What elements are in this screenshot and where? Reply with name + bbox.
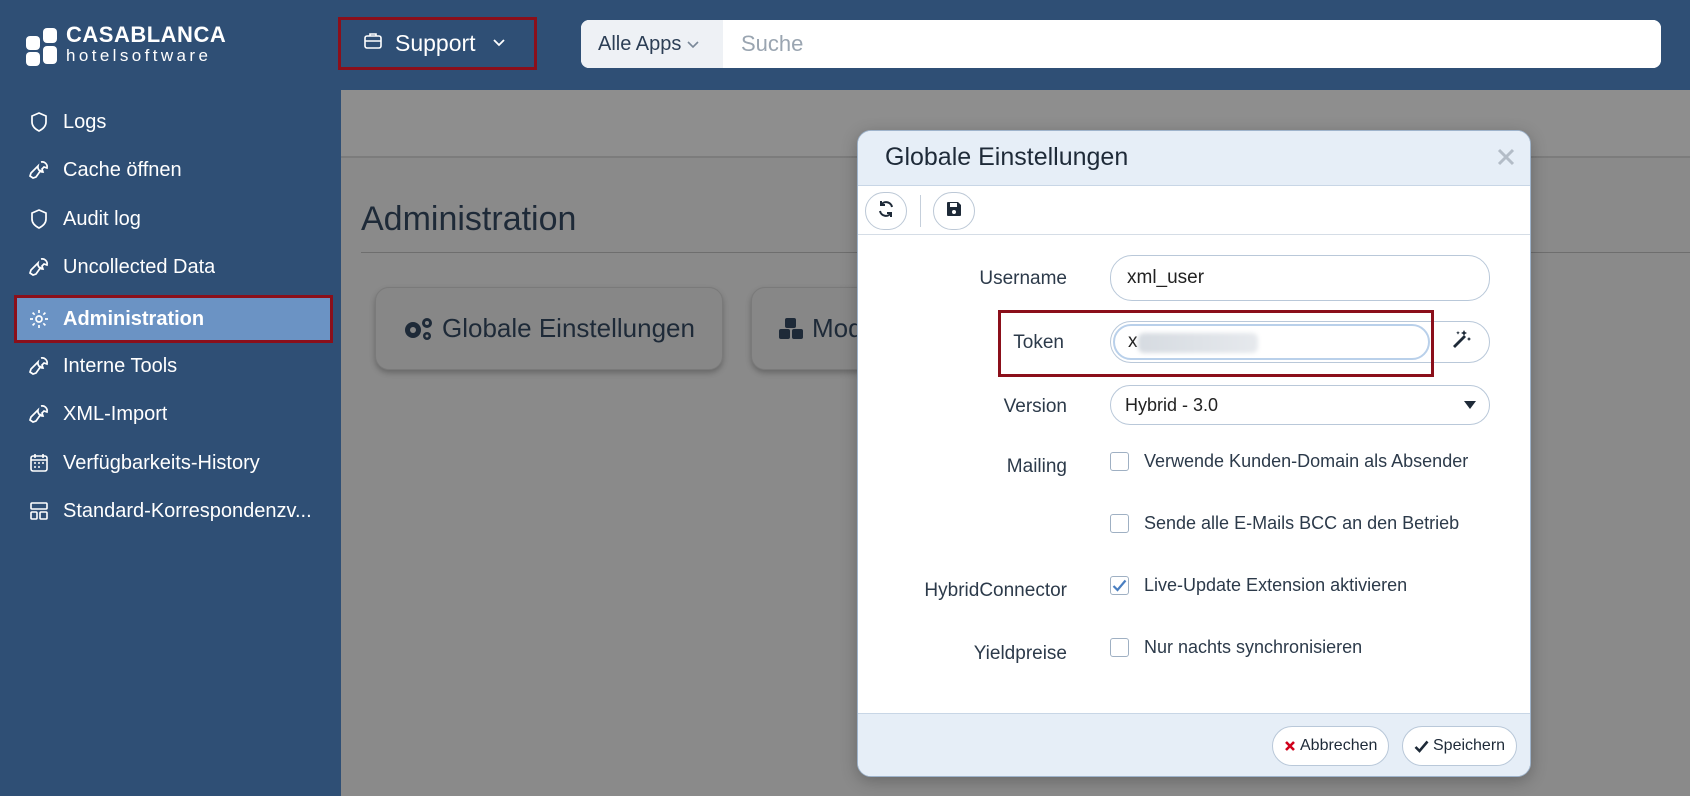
save-icon bbox=[946, 201, 962, 222]
sidebar-item-xml-import[interactable]: XML-Import bbox=[17, 393, 330, 435]
top-bar: CASABLANCA hotelsoftware Support Alle Ap… bbox=[0, 0, 1690, 90]
search-input[interactable] bbox=[723, 20, 1661, 68]
sidebar-item-administration[interactable]: Administration bbox=[14, 295, 333, 343]
close-icon[interactable] bbox=[1492, 143, 1520, 171]
sidebar-item-label: Standard-Korrespondenzv... bbox=[63, 499, 312, 522]
toolbar-separator bbox=[920, 195, 921, 227]
sidebar-item-audit-log[interactable]: Audit log bbox=[17, 198, 330, 240]
mailing-label: Mailing bbox=[1006, 456, 1067, 477]
wrench-icon bbox=[27, 255, 51, 279]
checkbox[interactable] bbox=[1110, 514, 1129, 533]
search-bar: Alle Apps bbox=[581, 20, 1661, 68]
save-toolbar-button[interactable] bbox=[933, 192, 975, 230]
search-scope-dropdown[interactable]: Alle Apps bbox=[581, 20, 723, 68]
tile-label: Mod bbox=[812, 313, 863, 343]
wrench-icon bbox=[27, 402, 51, 426]
sidebar: Logs Cache öffnen Audit log Uncollected … bbox=[0, 90, 341, 796]
sidebar-item-label: Cache öffnen bbox=[63, 158, 182, 181]
sidebar-item-logs[interactable]: Logs bbox=[17, 101, 330, 143]
logo-mark-icon bbox=[26, 24, 58, 66]
sidebar-item-label: Verfügbarkeits-History bbox=[63, 451, 260, 474]
dialog-title: Globale Einstellungen bbox=[885, 143, 1129, 171]
shield-icon bbox=[27, 207, 51, 231]
chevron-down-icon bbox=[686, 33, 700, 56]
yieldpreise-label: Yieldpreise bbox=[973, 643, 1067, 664]
refresh-icon bbox=[877, 200, 895, 223]
sidebar-item-uncollected-data[interactable]: Uncollected Data bbox=[17, 246, 330, 288]
checkbox[interactable] bbox=[1110, 452, 1129, 471]
generate-token-button[interactable] bbox=[1431, 322, 1489, 362]
sidebar-item-label: Administration bbox=[63, 307, 205, 330]
gears-icon bbox=[402, 316, 434, 342]
cancel-button[interactable]: Abbrechen bbox=[1272, 726, 1390, 766]
save-label: Speichern bbox=[1433, 737, 1506, 754]
checkbox[interactable] bbox=[1110, 638, 1129, 657]
global-settings-dialog: Globale Einstellungen Username Token bbox=[857, 130, 1531, 777]
caret-down-icon bbox=[1464, 401, 1476, 409]
version-select[interactable]: Hybrid - 3.0 bbox=[1110, 385, 1490, 425]
token-label: Token bbox=[1013, 332, 1064, 353]
brand-logo[interactable]: CASABLANCA hotelsoftware bbox=[26, 22, 227, 66]
calendar-icon bbox=[27, 451, 51, 475]
shield-icon bbox=[27, 110, 51, 134]
page-title: Administration bbox=[361, 200, 577, 238]
save-button[interactable]: Speichern bbox=[1402, 726, 1518, 766]
checkmark-icon bbox=[1414, 740, 1429, 753]
dialog-toolbar bbox=[858, 186, 1530, 235]
hybrid-connector-label: HybridConnector bbox=[924, 580, 1067, 601]
mailing-option-bcc[interactable]: Sende alle E-Mails BCC an den Betrieb bbox=[1110, 513, 1459, 534]
token-field[interactable] bbox=[1113, 324, 1430, 360]
layout-icon bbox=[27, 499, 51, 523]
sidebar-item-label: Uncollected Data bbox=[63, 255, 216, 278]
app-switcher-button[interactable]: Support bbox=[338, 17, 537, 70]
cubes-icon bbox=[778, 317, 804, 341]
sidebar-item-label: Interne Tools bbox=[63, 354, 178, 377]
wrench-icon bbox=[27, 354, 51, 378]
hybrid-live-update-option[interactable]: Live-Update Extension aktivieren bbox=[1110, 575, 1407, 596]
brand-title: CASABLANCA bbox=[66, 22, 227, 47]
dialog-footer: Abbrechen Speichern bbox=[858, 713, 1530, 776]
chevron-down-icon bbox=[492, 35, 506, 53]
tile-globale-einstellungen[interactable]: Globale Einstellungen bbox=[375, 287, 723, 370]
token-field-group bbox=[1110, 321, 1490, 363]
yield-nightly-sync-option[interactable]: Nur nachts synchronisieren bbox=[1110, 637, 1362, 658]
search-scope-label: Alle Apps bbox=[598, 32, 682, 55]
sidebar-item-verfuegbarkeits-history[interactable]: Verfügbarkeits-History bbox=[17, 442, 330, 484]
checkbox-label: Live-Update Extension aktivieren bbox=[1144, 575, 1408, 595]
tile-label: Globale Einstellungen bbox=[442, 313, 695, 343]
gear-icon bbox=[27, 307, 51, 331]
wrench-icon bbox=[27, 158, 51, 182]
app-switcher-label: Support bbox=[395, 30, 476, 56]
refresh-button[interactable] bbox=[865, 192, 907, 230]
sidebar-item-standard-korrespondenz[interactable]: Standard-Korrespondenzv... bbox=[17, 490, 330, 532]
magic-wand-icon bbox=[1450, 329, 1472, 356]
dialog-header: Globale Einstellungen bbox=[858, 131, 1530, 186]
sidebar-item-interne-tools[interactable]: Interne Tools bbox=[17, 345, 330, 387]
username-label: Username bbox=[979, 268, 1067, 289]
sidebar-item-label: Audit log bbox=[63, 207, 141, 230]
close-icon bbox=[1284, 740, 1296, 752]
sidebar-item-label: XML-Import bbox=[63, 402, 168, 425]
checkmark-icon bbox=[1112, 579, 1127, 592]
checkbox-label: Sende alle E-Mails BCC an den Betrieb bbox=[1144, 513, 1460, 533]
checkbox-checked[interactable] bbox=[1110, 576, 1129, 595]
checkbox-label: Nur nachts synchronisieren bbox=[1144, 637, 1363, 657]
username-field[interactable] bbox=[1110, 255, 1490, 301]
brand-subtitle: hotelsoftware bbox=[66, 46, 212, 65]
mailing-option-customer-domain[interactable]: Verwende Kunden-Domain als Absender bbox=[1110, 451, 1468, 472]
briefcase-icon bbox=[363, 31, 383, 56]
version-label: Version bbox=[1003, 396, 1067, 417]
cancel-label: Abbrechen bbox=[1300, 737, 1378, 754]
checkbox-label: Verwende Kunden-Domain als Absender bbox=[1144, 451, 1469, 471]
sidebar-item-label: Logs bbox=[63, 110, 107, 133]
sidebar-item-cache[interactable]: Cache öffnen bbox=[17, 149, 330, 191]
version-selected-value: Hybrid - 3.0 bbox=[1125, 394, 1219, 415]
